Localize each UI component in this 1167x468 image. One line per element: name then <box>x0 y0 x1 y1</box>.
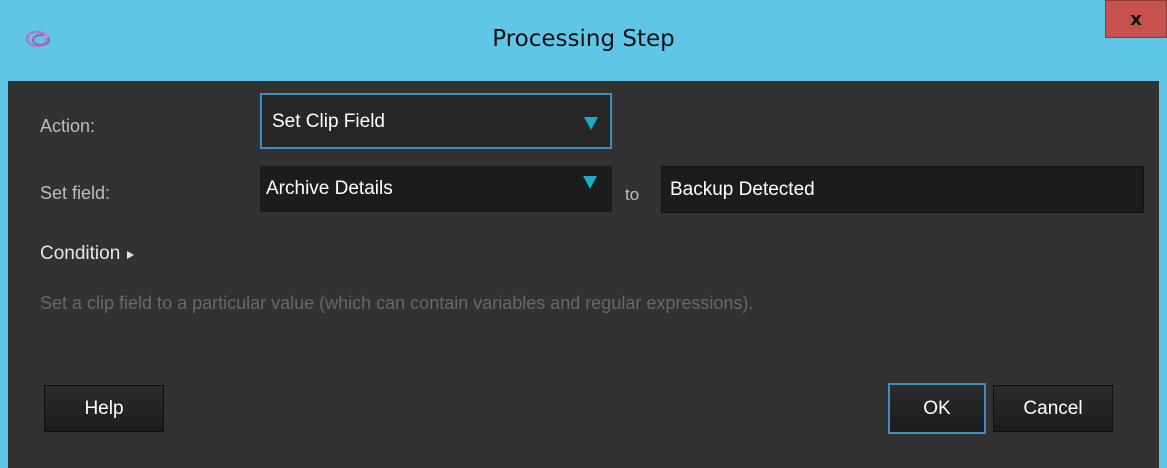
dropdown-arrow-icon <box>583 176 597 189</box>
field-dropdown[interactable]: Archive Details <box>260 166 612 212</box>
action-dropdown-value: Set Clip Field <box>272 111 385 132</box>
close-icon: x <box>1130 8 1142 30</box>
field-value-input[interactable] <box>661 166 1144 213</box>
condition-toggle[interactable]: Condition <box>40 243 135 265</box>
condition-label: Condition <box>40 243 121 264</box>
dialog-body: Action: Set Clip Field Set field: Archiv… <box>8 81 1159 468</box>
dialog-title: Processing Step <box>492 26 675 52</box>
action-dropdown[interactable]: Set Clip Field <box>260 93 612 149</box>
cancel-button[interactable]: Cancel <box>993 385 1113 432</box>
action-label: Action: <box>40 116 96 136</box>
dropdown-arrow-icon <box>584 117 598 130</box>
field-dropdown-value: Archive Details <box>266 178 393 199</box>
to-label: to <box>625 185 640 204</box>
expand-arrow-icon <box>127 251 135 259</box>
help-button[interactable]: Help <box>44 385 164 432</box>
close-button[interactable]: x <box>1105 0 1167 38</box>
processing-step-dialog: Processing Step x Action: Set Clip Field… <box>0 0 1167 468</box>
ok-button[interactable]: OK <box>888 383 986 434</box>
title-bar[interactable]: Processing Step x <box>0 0 1167 81</box>
set-field-label: Set field: <box>40 183 111 203</box>
step-description: Set a clip field to a particular value (… <box>40 293 754 313</box>
